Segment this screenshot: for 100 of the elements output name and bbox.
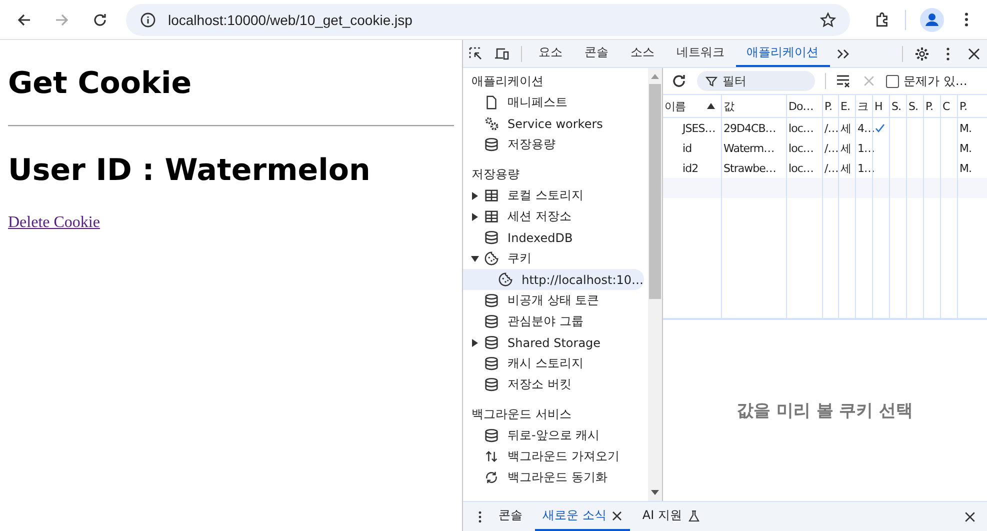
device-toolbar-icon[interactable] [494,46,510,62]
checkbox[interactable] [886,74,899,88]
sidebar-item[interactable]: 로컬 스토리지 [462,185,644,206]
column-header[interactable]: 값 [720,95,786,117]
gears-icon [484,116,499,131]
expand-arrow-icon[interactable] [470,192,479,200]
drawer-tab[interactable]: AI 지원 [634,502,708,531]
sidebar-section-title: 백그라운드 서비스 [470,406,572,423]
settings-icon[interactable] [914,46,930,62]
sidebar-item[interactable]: 쿠키 [462,248,644,269]
table-cell: 4… [858,122,875,134]
close-icon[interactable] [966,46,982,62]
refresh-icon[interactable] [670,73,687,89]
column-header[interactable]: H [872,95,889,117]
checkbox-label: 문제가 있… [904,72,968,90]
table-cell: M. [960,162,972,174]
column-header[interactable]: P. [922,95,940,117]
cookie-icon [484,251,499,266]
table-cell: 1… [858,162,875,174]
scrollbar-thumb[interactable] [648,84,661,299]
sidebar-item[interactable]: 저장소 버킷 [462,374,644,395]
star-icon[interactable] [820,12,836,28]
table-cell: loc… [788,162,814,174]
database-icon [484,356,499,371]
table-cell: loc… [788,122,814,134]
sidebar-item[interactable]: 백그라운드 가져오기 [462,446,644,467]
table-cell: loc… [788,142,814,154]
sidebar-item[interactable]: 비공개 상태 토큰 [462,290,644,311]
scrollbar[interactable] [648,68,662,501]
address-bar[interactable]: localhost:10000/web/10_get_cookie.jsp [126,4,850,36]
table-icon [484,209,499,224]
url-text: localhost:10000/web/10_get_cookie.jsp [168,12,414,28]
panel-tab[interactable]: 요소 [528,40,574,67]
back-icon[interactable] [16,12,32,28]
close-icon[interactable] [612,510,622,520]
database-icon [484,314,499,329]
sidebar-item[interactable]: 관심분야 그룹 [462,311,644,332]
table-cell: M. [960,142,972,154]
panel-tab[interactable]: 콘솔 [574,40,620,67]
sidebar-item[interactable]: IndexedDB [462,227,644,248]
column-header[interactable]: 크 [854,95,872,117]
table-icon [484,188,499,203]
expand-arrow-icon[interactable] [470,254,479,262]
table-cell: 29D4CB… [724,122,776,134]
filter-field[interactable]: 필터 [696,71,815,91]
table-cell: id2 [682,162,698,174]
sidebar-item[interactable]: 백그라운드 동기화 [462,467,644,488]
column-header[interactable]: E. [838,95,855,117]
page-heading: Get Cookie [8,66,193,101]
sidebar-section-title: 저장용량 [470,166,521,183]
table-cell: M. [960,122,972,134]
clear-all-icon[interactable] [836,73,852,89]
column-header[interactable]: C [940,95,957,117]
flask-icon [688,510,700,522]
table-cell: 세 [840,140,852,156]
database-icon [484,335,499,350]
drawer-tab[interactable]: 새로운 소식 [534,502,630,531]
table-cell: JSES… [682,122,716,134]
panel-tab[interactable]: 소스 [620,40,666,67]
sidebar-section-title: 애플리케이션 [470,73,545,90]
close-icon[interactable] [963,510,977,524]
sidebar-item[interactable]: 저장용량 [462,134,644,155]
cookie-icon [498,272,513,287]
table-cell: /… [824,122,838,134]
sidebar-item[interactable]: 캐시 스토리지 [462,353,644,374]
panel-tab[interactable]: 애플리케이션 [736,40,830,67]
sidebar-item[interactable]: Service workers [462,113,644,134]
column-header[interactable]: S. [888,95,906,117]
table-cell: /… [824,142,838,154]
sidebar-item[interactable]: 매니페스트 [462,92,644,113]
inspect-icon[interactable] [468,46,484,62]
table-cell: 세 [840,120,852,136]
expand-arrow-icon[interactable] [470,212,479,220]
expand-arrow-icon[interactable] [470,338,479,346]
sidebar-item[interactable]: http://localhost:10… [462,269,644,290]
delete-cookie-link[interactable]: Delete Cookie [8,214,100,231]
panel-tab[interactable]: 네트워크 [666,40,736,67]
scroll-down-icon[interactable] [650,490,659,496]
column-header[interactable]: P. [956,95,987,117]
check-icon [874,123,885,133]
column-header[interactable]: S. [906,95,923,117]
column-header[interactable]: Do… [786,95,822,117]
table-cell: 세 [840,160,852,176]
database-icon [484,293,499,308]
column-header[interactable]: 이름 [662,95,721,117]
drawer-tab[interactable]: 콘솔 [490,502,531,531]
database-icon [484,428,499,443]
column-header[interactable]: P. [822,95,838,117]
reload-icon[interactable] [92,12,108,28]
preview-hint: 값을 미리 볼 쿠키 선택 [736,400,914,422]
sidebar-item[interactable]: 세션 저장소 [462,206,644,227]
sidebar-item[interactable]: 뒤로-앞으로 캐시 [462,425,644,446]
database-icon [484,137,499,152]
info-icon[interactable] [140,12,156,28]
table-cell: Strawbe… [724,162,776,174]
sync-icon [484,470,499,485]
sidebar-item[interactable]: Shared Storage [462,332,644,353]
profile-icon[interactable] [920,8,944,32]
file-icon [484,95,499,110]
database-icon [484,377,499,392]
